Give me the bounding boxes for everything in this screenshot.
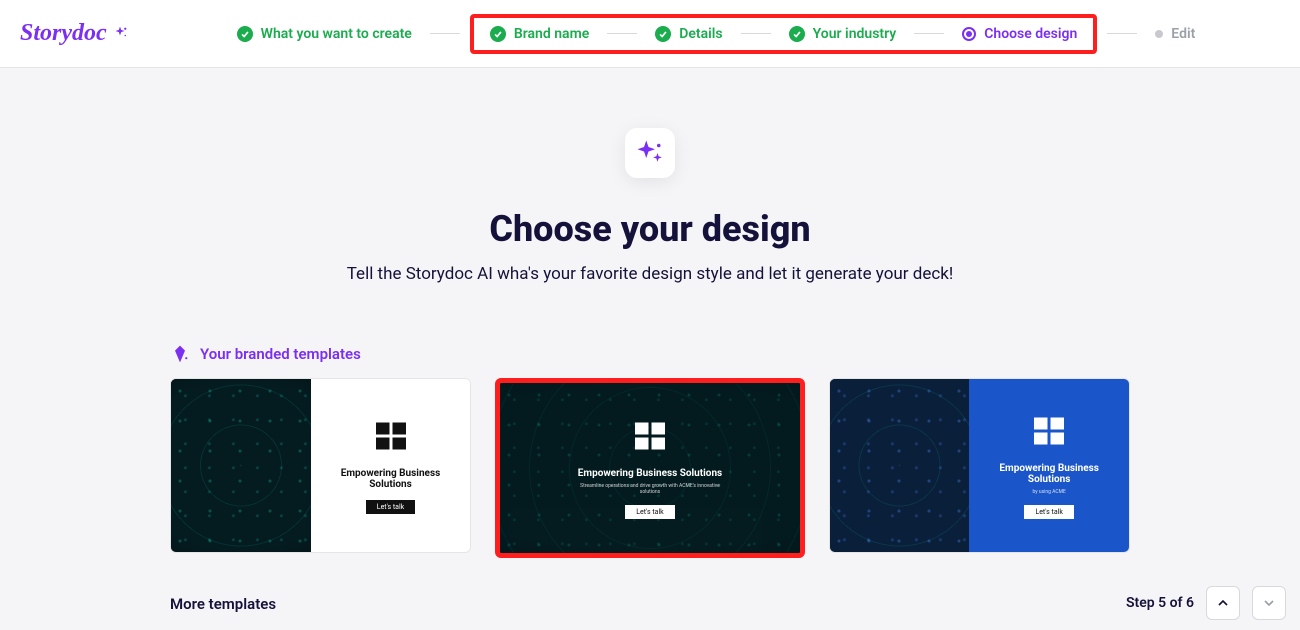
app-header: Storydoc What you want to create Brand n… xyxy=(0,0,1300,68)
section-header: Your branded templates xyxy=(170,344,1130,364)
step-details[interactable]: Details xyxy=(647,22,730,46)
template-preview-image xyxy=(171,379,311,552)
template-subtitle: Streamline operations and drive growth w… xyxy=(580,483,720,495)
step-connector xyxy=(914,33,944,35)
template-card-1[interactable]: Empowering Business Solutions Let's talk xyxy=(170,378,471,553)
step-edit[interactable]: Edit xyxy=(1147,22,1203,46)
step-what-to-create[interactable]: What you want to create xyxy=(229,22,420,46)
brand-name: Storydoc xyxy=(20,20,107,47)
step-label: Edit xyxy=(1171,26,1195,42)
template-card-2[interactable]: Empowering Business Solutions Streamline… xyxy=(495,378,804,558)
template-title: Empowering Business Solutions xyxy=(321,468,461,490)
step-label: Details xyxy=(679,26,722,42)
step-choose-design[interactable]: Choose design xyxy=(954,22,1085,46)
check-icon xyxy=(789,26,805,42)
progress-stepper: What you want to create Brand name Detai… xyxy=(229,14,1204,54)
check-icon xyxy=(655,26,671,42)
step-connector xyxy=(741,33,771,35)
section-title: Your branded templates xyxy=(200,345,361,363)
template-card-3[interactable]: Empowering Business Solutions by using A… xyxy=(829,378,1130,553)
main-content: Choose your design Tell the Storydoc AI … xyxy=(0,68,1300,613)
template-preview-panel: Empowering Business Solutions Let's talk xyxy=(311,379,471,552)
prev-step-button[interactable] xyxy=(1206,586,1240,620)
step-label: Brand name xyxy=(514,26,589,42)
template-preview-panel: Empowering Business Solutions Streamline… xyxy=(500,383,799,553)
radio-current-icon xyxy=(962,27,976,41)
template-subtitle: by using ACME xyxy=(1032,489,1065,495)
step-connector xyxy=(1107,33,1137,35)
dot-pending-icon xyxy=(1155,30,1163,38)
check-icon xyxy=(237,26,253,42)
step-industry[interactable]: Your industry xyxy=(781,22,905,46)
step-counter: Step 5 of 6 xyxy=(1126,595,1194,611)
step-brand-name[interactable]: Brand name xyxy=(482,22,597,46)
template-preview-image xyxy=(830,379,970,552)
template-cta: Let's talk xyxy=(366,500,415,514)
sparkle-icon xyxy=(111,25,129,43)
arrow-up-icon xyxy=(1215,595,1231,611)
template-cta: Let's talk xyxy=(1024,505,1073,519)
footer-controls: Step 5 of 6 xyxy=(1126,586,1286,620)
step-connector xyxy=(430,33,460,35)
annotation-highlight: Brand name Details Your industry Choose … xyxy=(470,14,1097,54)
template-cta: Let's talk xyxy=(625,505,674,519)
template-title: Empowering Business Solutions xyxy=(979,463,1119,485)
more-templates-label: More templates xyxy=(170,595,276,613)
step-label: What you want to create xyxy=(261,26,412,42)
branded-templates-section: Your branded templates Empowering Busine… xyxy=(170,344,1130,558)
next-step-button[interactable] xyxy=(1252,586,1286,620)
step-label: Your industry xyxy=(813,26,897,42)
step-label: Choose design xyxy=(984,26,1077,42)
template-preview-panel: Empowering Business Solutions by using A… xyxy=(969,379,1129,552)
windows-icon xyxy=(1031,413,1067,449)
page-title: Choose your design xyxy=(0,208,1300,250)
step-connector xyxy=(607,33,637,35)
windows-icon xyxy=(373,418,409,454)
arrow-down-icon xyxy=(1261,595,1277,611)
template-grid: Empowering Business Solutions Let's talk… xyxy=(170,378,1130,558)
check-icon xyxy=(490,26,506,42)
sparkle-badge xyxy=(625,128,675,178)
page-subtitle: Tell the Storydoc AI wha's your favorite… xyxy=(0,264,1300,284)
more-templates-section: More templates xyxy=(170,594,1130,613)
windows-icon xyxy=(632,418,668,454)
brand-logo[interactable]: Storydoc xyxy=(20,20,129,47)
diamond-icon xyxy=(170,344,190,364)
template-title: Empowering Business Solutions xyxy=(578,468,722,479)
sparkle-icon xyxy=(635,138,665,168)
